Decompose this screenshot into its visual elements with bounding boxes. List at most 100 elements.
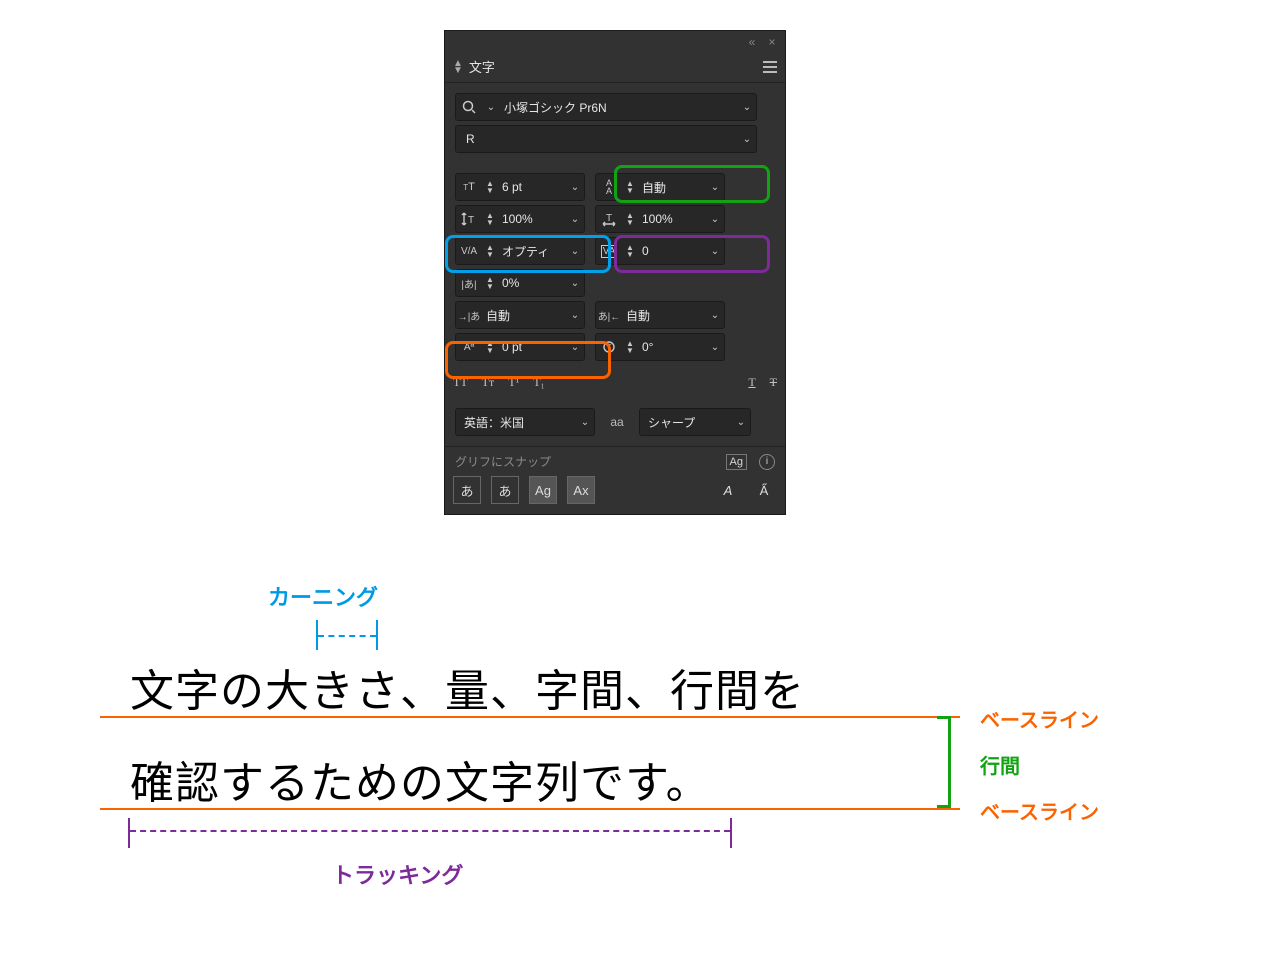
chevron-down-icon: ⌄ [566,278,584,289]
font-family-value: 小塚ゴシック Pr6N [500,99,738,116]
vertical-scale-field[interactable]: T ▲▼ 100% ⌄ [455,205,585,233]
kerning-value: オプティ [498,243,566,260]
rotation-icon: T [596,339,622,355]
kerning-bracket [316,620,378,650]
leading-value: 自動 [638,179,706,196]
horizontal-scale-field[interactable]: T ▲▼ 100% ⌄ [595,205,725,233]
baseline-shift-value: 0 pt [498,340,566,354]
snap-glyph-option-6[interactable]: A̋ [751,477,777,503]
antialias-field[interactable]: シャープ ⌄ [639,408,751,436]
collapse-icon[interactable]: « [745,35,759,49]
tracking-icon: VA [596,245,622,258]
chevron-down-icon: ⌄ [738,102,756,113]
stepper-icon[interactable]: ▲▼ [622,340,638,354]
stepper-icon[interactable]: ▲▼ [482,212,498,226]
aki-right-icon: あ|← [596,308,622,323]
tsume-field[interactable]: |あ| ▲▼ 0% ⌄ [455,269,585,297]
close-icon[interactable]: × [765,35,779,49]
baseline-shift-icon: Aª [456,342,482,353]
panel-menu-icon[interactable] [763,61,777,73]
svg-text:T: T [607,343,612,352]
snap-glyph-option-2[interactable]: あ [491,476,519,504]
snap-glyph-preview-icon[interactable]: Ag [726,454,747,470]
chevron-down-icon: ⌄ [706,342,724,353]
stepper-icon[interactable]: ▲▼ [622,180,638,194]
panel-title: 文字 [469,57,495,76]
baseline-1 [100,716,960,718]
leading-annotation-label: 行間 [980,750,1020,779]
char-rotation-value: 0° [638,340,706,354]
expand-toggle-icon[interactable]: ▲▼ [453,60,463,74]
aki-left-field[interactable]: →|あ 自動 ⌄ [455,301,585,329]
chevron-down-icon: ⌄ [566,182,584,193]
panel-tabbar: ▲▼ 文字 [445,53,785,82]
chevron-down-icon: ⌄ [706,182,724,193]
chevron-down-icon: ⌄ [706,214,724,225]
language-value: 英語：米国 [456,414,576,431]
font-size-value: 6 pt [498,180,566,194]
stepper-icon[interactable]: ▲▼ [482,340,498,354]
kerning-icon: V/A [456,246,482,257]
language-field[interactable]: 英語：米国 ⌄ [455,408,595,436]
subscript-button[interactable]: T₁ [533,375,545,390]
antialias-icon: aa [605,415,629,429]
font-family-field[interactable]: ⌄ 小塚ゴシック Pr6N ⌄ [455,93,757,121]
aki-left-value: 自動 [482,307,566,324]
allcaps-button[interactable]: TT [453,375,468,390]
baseline-label-1: ベースライン [980,704,1099,733]
snap-glyph-option-3[interactable]: Ag [529,476,557,504]
type-style-toggles: TT Tᴛ T¹ T₁ T T [445,371,785,398]
stepper-icon[interactable]: ▲▼ [482,180,498,194]
tracking-annotation-label: トラッキング [332,858,463,890]
info-icon[interactable]: i [759,454,775,470]
font-style-field[interactable]: R ⌄ [455,125,757,153]
chevron-down-icon: ⌄ [566,342,584,353]
stepper-icon[interactable]: ▲▼ [622,212,638,226]
underline-button[interactable]: T [748,375,755,390]
tracking-field[interactable]: VA ▲▼ 0 ⌄ [595,237,725,265]
vertical-scale-icon: T [456,211,482,227]
chevron-down-icon: ⌄ [738,134,756,145]
svg-text:T: T [468,215,474,226]
font-style-value: R [456,132,738,146]
kerning-field[interactable]: V/A ▲▼ オプティ ⌄ [455,237,585,265]
chevron-down-icon: ⌄ [706,310,724,321]
baseline-label-2: ベースライン [980,796,1099,825]
snap-glyph-option-5[interactable]: A [715,477,741,503]
aki-right-value: 自動 [622,307,706,324]
tracking-bracket [128,818,732,848]
stepper-icon[interactable]: ▲▼ [482,244,498,258]
svg-text:T: T [606,213,612,224]
sample-line-2: 確認するための文字列です。 [130,762,711,806]
leading-field[interactable]: AA ▲▼ 自動 ⌄ [595,173,725,201]
vertical-scale-value: 100% [498,212,566,226]
baseline-2 [100,808,960,810]
panel-window-controls: « × [445,31,785,53]
char-rotation-field[interactable]: T ▲▼ 0° ⌄ [595,333,725,361]
tracking-value: 0 [638,244,706,258]
tsume-icon: |あ| [456,276,482,291]
antialias-value: シャープ [640,414,732,431]
smallcaps-button[interactable]: Tᴛ [482,375,495,390]
baseline-shift-field[interactable]: Aª ▲▼ 0 pt ⌄ [455,333,585,361]
snap-glyph-buttons: あ あ Ag Ax A A̋ [445,476,785,514]
snap-glyph-option-4[interactable]: Ax [567,476,595,504]
kerning-annotation-label: カーニング [268,580,378,612]
stepper-icon[interactable]: ▲▼ [482,276,498,290]
font-size-field[interactable]: TT ▲▼ 6 pt ⌄ [455,173,585,201]
font-size-icon: TT [456,181,482,193]
search-icon [456,99,482,115]
tsume-value: 0% [498,276,566,290]
leading-bracket [948,716,951,808]
superscript-button[interactable]: T¹ [508,375,519,390]
aki-right-field[interactable]: あ|← 自動 ⌄ [595,301,725,329]
stepper-icon[interactable]: ▲▼ [622,244,638,258]
strikethrough-button[interactable]: T [770,375,777,390]
chevron-down-icon: ⌄ [566,214,584,225]
snap-glyph-option-1[interactable]: あ [453,476,481,504]
chevron-down-icon: ⌄ [566,310,584,321]
horizontal-scale-icon: T [596,211,622,227]
chevron-down-icon: ⌄ [566,246,584,257]
chevron-down-icon: ⌄ [732,417,750,428]
snap-to-glyph-label: グリフにスナップ [455,453,551,470]
